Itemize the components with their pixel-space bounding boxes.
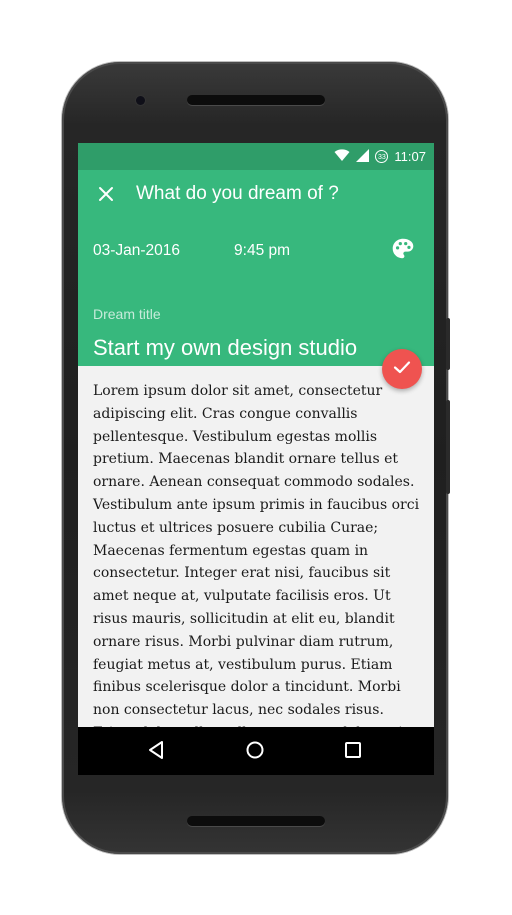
- bottom-speaker: [187, 816, 325, 826]
- front-camera: [136, 96, 145, 105]
- phone-screen: 33 11:07 What do you dream of ? 03-Jan-2…: [78, 143, 434, 775]
- earpiece-speaker: [187, 95, 325, 105]
- home-button[interactable]: [242, 739, 268, 765]
- recents-button[interactable]: [340, 739, 366, 765]
- palette-icon: [390, 236, 416, 267]
- time-value[interactable]: 9:45 pm: [234, 242, 290, 260]
- dream-title-input[interactable]: Start my own design studio: [93, 335, 357, 361]
- dream-title-label: Dream title: [93, 306, 161, 322]
- palette-button[interactable]: [388, 236, 418, 266]
- back-button[interactable]: [143, 739, 169, 765]
- wifi-icon: [334, 148, 350, 165]
- status-icons: 33 11:07: [334, 147, 426, 166]
- power-button: [446, 318, 450, 370]
- volume-button: [446, 400, 450, 494]
- home-icon: [245, 740, 265, 765]
- close-button[interactable]: [92, 182, 120, 210]
- dream-description-text[interactable]: Lorem ipsum dolor sit amet, consectetur …: [93, 380, 423, 775]
- navigation-bar: [78, 727, 434, 775]
- status-bar: 33 11:07: [78, 143, 434, 170]
- close-icon: [98, 186, 114, 207]
- battery-icon: 33: [375, 150, 389, 163]
- recents-icon: [344, 741, 362, 764]
- back-icon: [147, 740, 165, 765]
- status-time: 11:07: [394, 149, 426, 164]
- date-time-row: 03-Jan-2016 9:45 pm: [93, 242, 290, 260]
- date-value[interactable]: 03-Jan-2016: [93, 242, 180, 260]
- page-title: What do you dream of ?: [136, 183, 339, 204]
- signal-icon: [356, 148, 370, 165]
- check-icon: [392, 357, 412, 382]
- dream-header: What do you dream of ? 03-Jan-2016 9:45 …: [78, 170, 434, 366]
